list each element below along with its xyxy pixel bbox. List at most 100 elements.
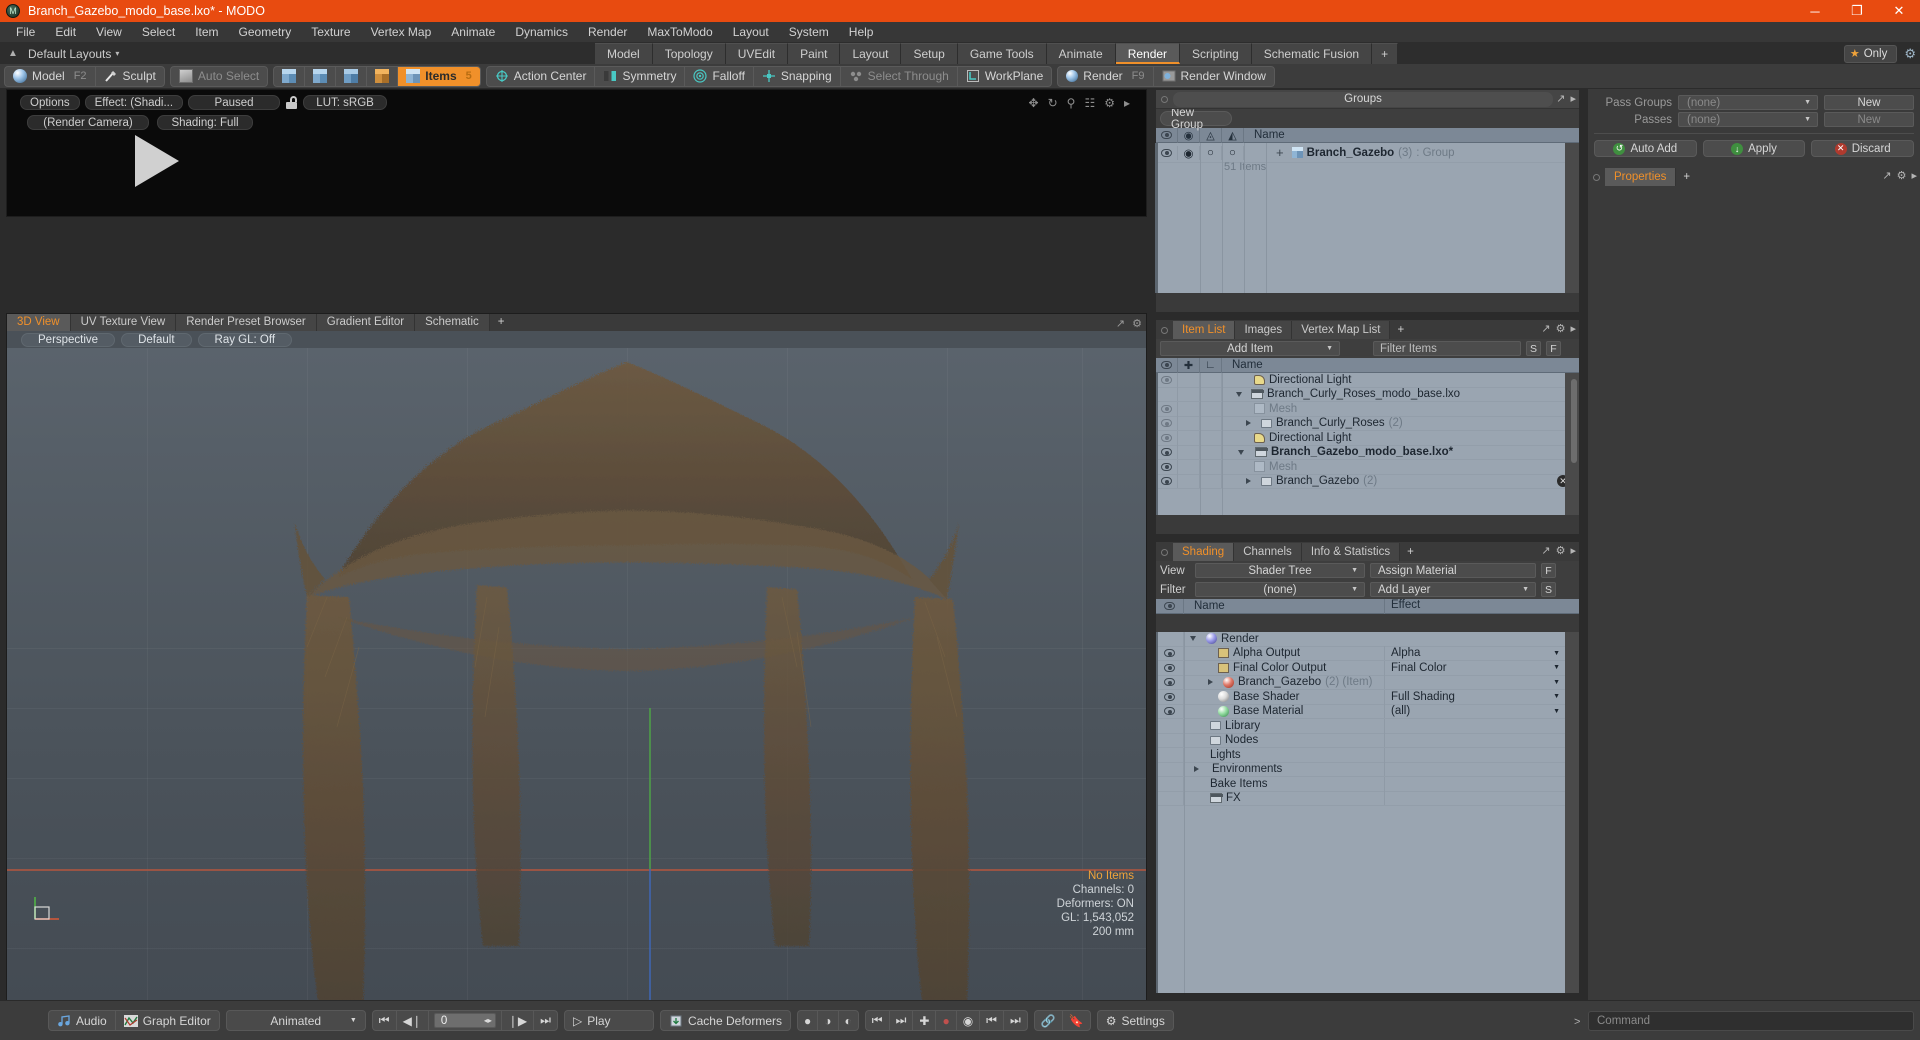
expander-icon[interactable]: [1190, 636, 1196, 642]
maximize-panel-icon[interactable]: ↗: [1541, 322, 1550, 335]
gear-icon[interactable]: ⚙: [1897, 169, 1907, 182]
row-visibility-toggle[interactable]: [1156, 373, 1178, 387]
go-to-start-button[interactable]: ⏮: [373, 1011, 397, 1030]
row-render-toggle[interactable]: ○: [1200, 145, 1222, 160]
delete-key-icon[interactable]: ◉: [957, 1011, 981, 1030]
chevron-right-icon[interactable]: ▸: [1570, 544, 1576, 557]
menu-render[interactable]: Render: [578, 22, 637, 43]
list-item[interactable]: Final Color Output Final Color ▼: [1156, 660, 1579, 676]
minimize-button[interactable]: ─: [1794, 0, 1836, 22]
shader-tree-body[interactable]: Render Alpha Output Alpha ▼ Final Color …: [1156, 632, 1579, 993]
item-list-body[interactable]: Directional Light Branch_Curly_Roses_mod…: [1156, 373, 1579, 515]
cache-deformers-button[interactable]: Cache Deformers: [661, 1011, 790, 1030]
tab-vertex-map-list[interactable]: Vertex Map List: [1292, 321, 1391, 339]
maximize-panel-icon[interactable]: ↗: [1541, 544, 1550, 557]
unlock-icon[interactable]: [285, 96, 298, 109]
maximize-button[interactable]: ❐: [1836, 0, 1878, 22]
default-layouts-label[interactable]: Default Layouts: [20, 47, 115, 61]
key-none-icon[interactable]: ◐: [839, 1011, 858, 1030]
add-viewport-tab-button[interactable]: +: [489, 314, 513, 331]
list-item[interactable]: Mesh: [1156, 401, 1579, 417]
menu-vertex-map[interactable]: Vertex Map: [361, 22, 442, 43]
row-lock-toggle[interactable]: ◉: [1178, 145, 1200, 160]
col-visibility-icon[interactable]: [1156, 127, 1178, 143]
list-item[interactable]: Branch_Curly_Roses_modo_base.lxo: [1156, 387, 1579, 402]
grid-icon[interactable]: ☷: [1084, 96, 1095, 110]
pan-icon[interactable]: ✥: [1029, 96, 1039, 110]
polygons-mode-button[interactable]: [336, 66, 368, 86]
gear-icon[interactable]: ⚙: [1104, 96, 1115, 110]
menu-system[interactable]: System: [779, 22, 839, 43]
menu-edit[interactable]: Edit: [45, 22, 86, 43]
tab-animate[interactable]: Animate: [1046, 43, 1116, 64]
gear-icon[interactable]: ⚙: [1556, 322, 1566, 335]
col-lock-icon[interactable]: ◉: [1178, 127, 1200, 143]
branch-gazebo-model[interactable]: [7, 348, 1146, 1001]
render-camera-button[interactable]: (Render Camera): [27, 115, 149, 130]
auto-add-button[interactable]: ↺ Auto Add: [1594, 140, 1697, 157]
col-visibility-icon[interactable]: [1156, 357, 1178, 373]
row-visibility-toggle[interactable]: [1156, 675, 1184, 690]
vertices-mode-button[interactable]: [274, 66, 306, 86]
go-to-end-button[interactable]: ⏭: [534, 1011, 557, 1030]
col-transform-icon[interactable]: ∟: [1200, 357, 1222, 373]
viewport-style-button[interactable]: Default: [121, 332, 192, 347]
materials-mode-button[interactable]: [367, 66, 399, 86]
settings-button[interactable]: ⚙ Settings: [1098, 1011, 1173, 1030]
channel-link-icon[interactable]: 🔗: [1035, 1011, 1063, 1030]
row-visibility-toggle[interactable]: [1156, 689, 1184, 704]
shading-s-button[interactable]: S: [1541, 582, 1556, 597]
expander-icon[interactable]: [1246, 420, 1251, 427]
key-range-end-icon[interactable]: ⏭: [1004, 1011, 1027, 1030]
shader-view-dropdown[interactable]: Shader Tree ▼: [1195, 563, 1365, 578]
rotate-icon[interactable]: ↻: [1048, 96, 1058, 110]
row-visibility-toggle[interactable]: [1156, 474, 1178, 489]
panel-menu-icon[interactable]: [1161, 549, 1168, 556]
properties-panel-body[interactable]: [1588, 186, 1920, 926]
edges-mode-button[interactable]: [305, 66, 337, 86]
col-wireframe-icon[interactable]: ◭: [1222, 127, 1244, 143]
gear-icon[interactable]: ⚙: [1556, 544, 1566, 557]
new-pass-group-button[interactable]: New: [1824, 95, 1914, 110]
frame-field-container[interactable]: 0 ◂▸: [429, 1011, 502, 1030]
menu-view[interactable]: View: [86, 22, 132, 43]
groups-list-body[interactable]: ◉ ○ ○ + Branch_Gazebo (3) : Group 51 Ite…: [1155, 143, 1579, 293]
panel-menu-icon[interactable]: [1593, 174, 1600, 181]
tab-game-tools[interactable]: Game Tools: [957, 43, 1047, 64]
zoom-icon[interactable]: ⚲: [1067, 96, 1076, 110]
list-item[interactable]: Branch_Gazebo (2) ✕: [1156, 474, 1579, 489]
table-row[interactable]: ◉ ○ ○ + Branch_Gazebo (3) : Group: [1156, 143, 1579, 163]
render-window-button[interactable]: Render Window: [1154, 67, 1274, 86]
effect-dropdown[interactable]: (all) ▼: [1384, 704, 1566, 719]
viewport-projection-button[interactable]: Perspective: [21, 332, 116, 347]
tab-scripting[interactable]: Scripting: [1180, 43, 1252, 64]
panel-menu-icon[interactable]: [1161, 327, 1168, 334]
menu-item[interactable]: Item: [185, 22, 228, 43]
prev-key-icon[interactable]: ⏮: [866, 1011, 890, 1030]
tab-3d-view[interactable]: 3D View: [7, 314, 71, 331]
channel-unlink-icon[interactable]: 🔖: [1063, 1011, 1090, 1030]
col-lock-icon[interactable]: ✚: [1178, 357, 1200, 373]
expander-icon[interactable]: +: [1276, 145, 1284, 160]
chevron-right-icon[interactable]: ▸: [1911, 169, 1917, 182]
effect-dropdown[interactable]: Final Color ▼: [1384, 660, 1566, 675]
list-item[interactable]: Base Material (all) ▼: [1156, 704, 1579, 719]
list-item[interactable]: Branch_Curly_Roses (2): [1156, 416, 1579, 431]
row-visibility-toggle[interactable]: [1156, 445, 1178, 460]
tab-info-statistics[interactable]: Info & Statistics: [1301, 543, 1401, 561]
add-item-list-tab-button[interactable]: +: [1390, 321, 1412, 339]
tab-render-preset-browser[interactable]: Render Preset Browser: [176, 314, 317, 331]
add-key-icon[interactable]: ✚: [913, 1011, 937, 1030]
menu-maxtomodo[interactable]: MaxToModo: [637, 22, 722, 43]
shading-f-button[interactable]: F: [1541, 563, 1556, 578]
stepper-arrows-icon[interactable]: ◂▸: [484, 1016, 492, 1025]
list-item[interactable]: Library: [1156, 718, 1579, 734]
tab-channels[interactable]: Channels: [1234, 543, 1302, 561]
animated-dropdown[interactable]: Animated ▼: [225, 1010, 366, 1031]
tab-layout[interactable]: Layout: [840, 43, 902, 64]
falloff-button[interactable]: Falloff: [685, 66, 754, 86]
new-pass-button[interactable]: New: [1824, 112, 1914, 127]
row-visibility-toggle[interactable]: [1156, 430, 1178, 445]
expander-icon[interactable]: [1208, 679, 1213, 686]
tab-paint[interactable]: Paint: [788, 43, 841, 64]
